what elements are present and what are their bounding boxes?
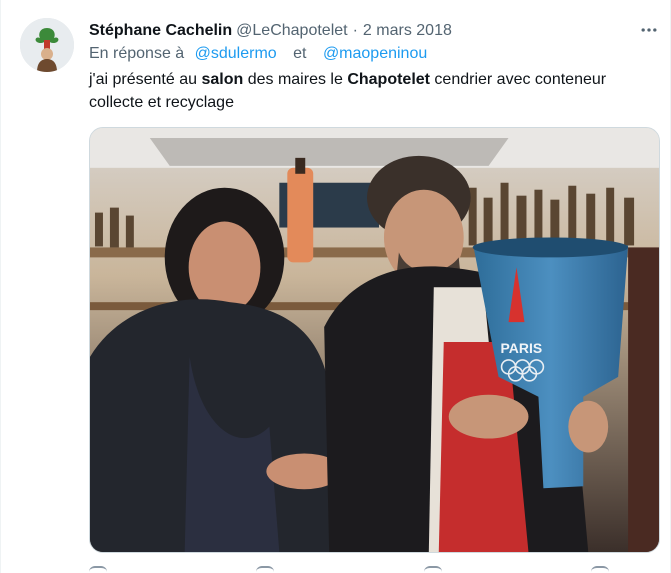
tweet-text: j'ai présenté au salon des maires le Cha…: [89, 68, 649, 114]
tweet-date[interactable]: 2 mars 2018: [363, 22, 452, 40]
more-dots-icon: [641, 28, 657, 32]
tweet-photo[interactable]: PARIS: [89, 127, 660, 553]
retweet-icon[interactable]: [256, 566, 275, 573]
reply-icon[interactable]: [89, 566, 107, 573]
tweet-header: Stéphane Cachelin @LeChapotelet · 2 mars…: [89, 20, 452, 42]
tweet-text-part: j'ai présenté au: [89, 71, 202, 88]
reply-prefix: En réponse à: [89, 45, 185, 62]
photo-image: PARIS: [90, 128, 659, 552]
like-icon[interactable]: [423, 566, 442, 573]
tweet-text-bold: Chapotelet: [347, 71, 430, 88]
separator-dot: ·: [352, 22, 358, 39]
more-options-button[interactable]: [635, 18, 663, 42]
mention-link[interactable]: @sdulermo: [195, 45, 277, 62]
share-icon[interactable]: [590, 566, 609, 573]
avatar[interactable]: [20, 18, 74, 72]
mention-link[interactable]: @maopeninou: [323, 45, 427, 62]
tweet-text-part: des maires le: [243, 71, 348, 88]
avatar-image: [20, 18, 74, 72]
cup-text: PARIS: [501, 340, 543, 356]
tweet-text-bold: salon: [201, 71, 244, 88]
tweet-actions: [89, 566, 609, 573]
reply-conjunction: et: [293, 45, 307, 62]
reply-context: En réponse à @sdulermo et @maopeninou: [89, 45, 427, 63]
tweet[interactable]: Stéphane Cachelin @LeChapotelet · 2 mars…: [0, 0, 671, 573]
author-handle[interactable]: @LeChapotelet: [236, 22, 347, 40]
author-name[interactable]: Stéphane Cachelin: [89, 22, 232, 40]
